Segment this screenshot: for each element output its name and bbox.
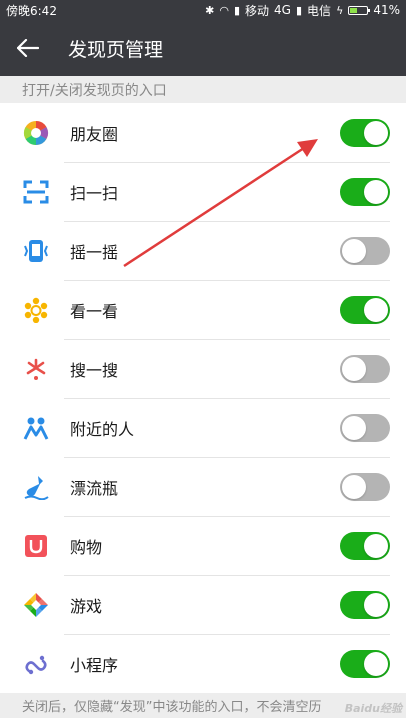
list-item-search: 搜一搜 <box>0 339 406 398</box>
toggle-drift-bottle[interactable] <box>340 472 390 501</box>
charging-icon: ϟ <box>336 3 344 17</box>
list-item-label: 看一看 <box>70 301 119 321</box>
bluetooth-icon: ✱ <box>205 3 215 17</box>
watermark-logo: Baidu经验 <box>344 702 402 715</box>
moments-icon <box>22 119 50 147</box>
signal-icon-2: ▮ <box>295 3 303 17</box>
shopping-icon <box>22 532 50 560</box>
toggle-shake[interactable] <box>340 236 390 265</box>
list-item-mini-program: 小程序 <box>0 634 406 693</box>
list-item-label: 附近的人 <box>70 419 135 439</box>
battery-percent: 41% <box>373 3 400 17</box>
signal-icon: ▮ <box>233 3 241 17</box>
drift-bottle-icon <box>22 473 50 501</box>
toggle-top-stories[interactable] <box>340 295 390 324</box>
toggle-knob <box>364 297 388 322</box>
back-arrow-icon <box>17 39 39 57</box>
toggle-moments[interactable] <box>340 118 390 147</box>
toggle-knob <box>342 238 366 263</box>
toggle-knob <box>342 474 366 499</box>
toggle-knob <box>364 120 388 145</box>
search-icon <box>22 355 50 383</box>
toggle-games[interactable] <box>340 590 390 619</box>
toggle-scan[interactable] <box>340 177 390 206</box>
battery-fill <box>350 7 358 13</box>
list-item-label: 朋友圈 <box>70 124 119 144</box>
list-item-top-stories: 看一看 <box>0 280 406 339</box>
status-indicators: ✱ ◠ ▮ 移动 4G ▮ 电信 ϟ 41% <box>205 2 400 19</box>
nav-bar: 发现页管理 <box>0 20 406 76</box>
toggle-knob <box>364 533 388 558</box>
toggle-knob <box>364 592 388 617</box>
list-item-label: 搜一搜 <box>70 360 119 380</box>
list-item-games: 游戏 <box>0 575 406 634</box>
battery-icon <box>348 5 371 15</box>
discover-entries-list: 朋友圈 扫一扫 摇一摇 看一看 搜一搜 附近的人 漂流瓶 购物 游戏 小程序 <box>0 103 406 693</box>
list-item-label: 购物 <box>70 537 103 557</box>
list-item-label: 小程序 <box>70 655 119 675</box>
list-item-label: 漂流瓶 <box>70 478 119 498</box>
games-icon <box>22 591 50 619</box>
list-item-people-nearby: 附近的人 <box>0 398 406 457</box>
carrier1-label: 移动 <box>245 3 270 18</box>
toggle-shopping[interactable] <box>340 531 390 560</box>
list-item-shopping: 购物 <box>0 516 406 575</box>
back-button[interactable] <box>0 20 56 76</box>
page-title: 发现页管理 <box>68 38 164 61</box>
scan-icon <box>22 178 50 206</box>
list-item-shake: 摇一摇 <box>0 221 406 280</box>
people-nearby-icon <box>22 414 50 442</box>
wifi-icon: ◠ <box>219 3 229 17</box>
status-time: 傍晚6:42 <box>6 3 57 18</box>
toggle-mini-program[interactable] <box>340 649 390 678</box>
list-item-label: 扫一扫 <box>70 183 119 203</box>
list-item-label: 游戏 <box>70 596 103 616</box>
list-item-moments: 朋友圈 <box>0 103 406 162</box>
toggle-people-nearby[interactable] <box>340 413 390 442</box>
network-type-label: 4G <box>274 3 291 17</box>
toggle-knob <box>364 651 388 676</box>
list-item-drift-bottle: 漂流瓶 <box>0 457 406 516</box>
top-stories-icon <box>22 296 50 324</box>
carrier2-label: 电信 <box>307 3 332 18</box>
list-item-scan: 扫一扫 <box>0 162 406 221</box>
toggle-knob <box>342 356 366 381</box>
toggle-knob <box>342 415 366 440</box>
section-header: 打开/关闭发现页的入口 <box>22 82 167 99</box>
toggle-knob <box>364 179 388 204</box>
status-bar: 傍晚6:42 ✱ ◠ ▮ 移动 4G ▮ 电信 ϟ 41% <box>0 0 406 20</box>
shake-icon <box>22 237 50 265</box>
list-item-label: 摇一摇 <box>70 242 119 262</box>
mini-program-icon <box>22 650 50 678</box>
toggle-search[interactable] <box>340 354 390 383</box>
